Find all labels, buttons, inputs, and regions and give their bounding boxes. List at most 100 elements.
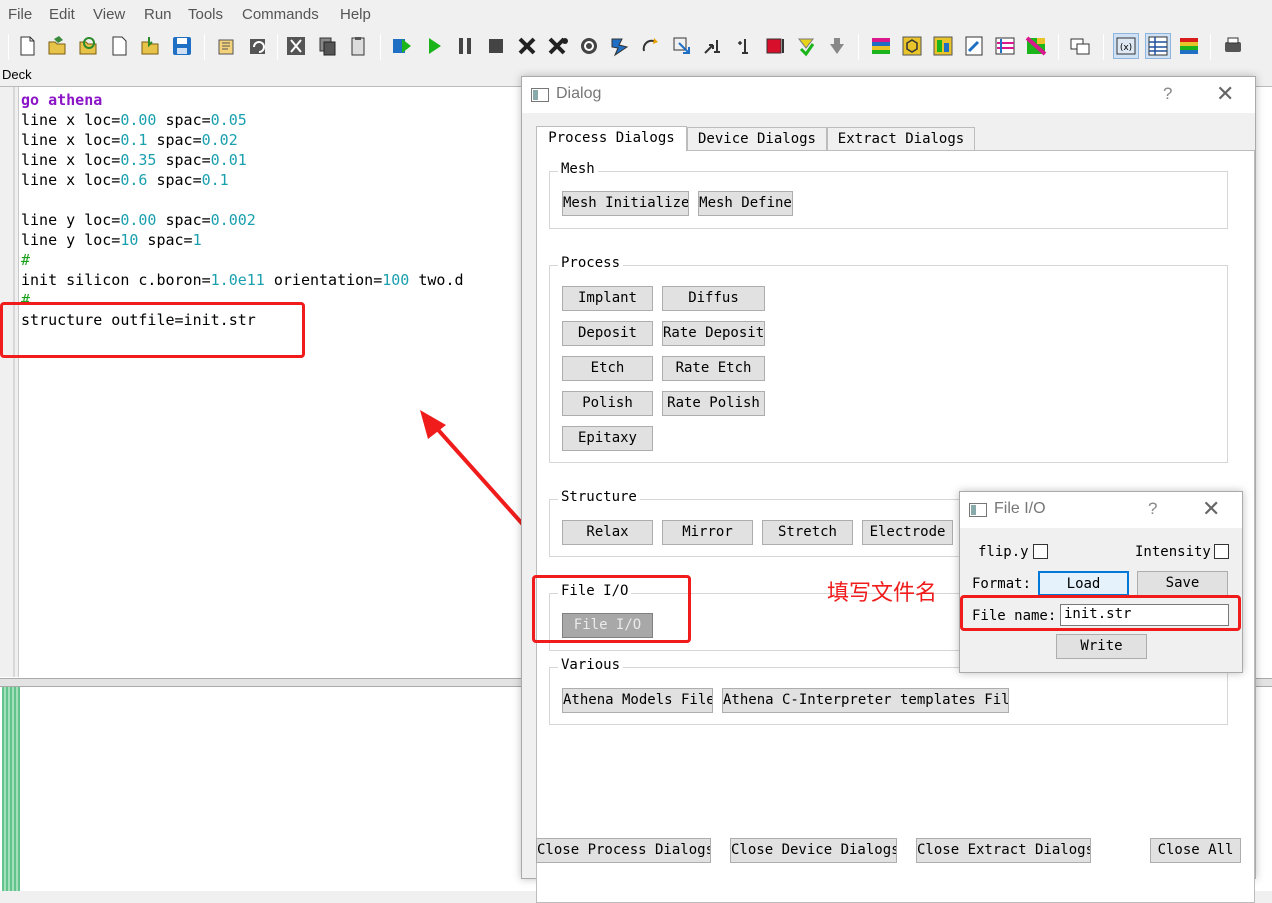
close-all-button[interactable]: Close All: [1150, 838, 1241, 863]
write-button[interactable]: Write: [1056, 634, 1147, 659]
clear-icon[interactable]: [794, 34, 818, 58]
new-document-icon[interactable]: [107, 34, 131, 58]
code-line[interactable]: [21, 190, 464, 210]
help-button[interactable]: ?: [1163, 84, 1172, 104]
color-grid-icon[interactable]: [1024, 34, 1048, 58]
epitaxy-button[interactable]: Epitaxy: [562, 426, 653, 451]
menu-run[interactable]: Run: [144, 6, 172, 23]
palette-icon[interactable]: [993, 34, 1017, 58]
new-file-icon[interactable]: [15, 34, 39, 58]
import-icon[interactable]: [138, 34, 162, 58]
copy-icon[interactable]: [315, 34, 339, 58]
tab-device-dialogs[interactable]: Device Dialogs: [687, 127, 827, 151]
gradient-icon[interactable]: [1177, 34, 1201, 58]
close-icon[interactable]: ✕: [1202, 496, 1220, 522]
kill-icon[interactable]: [515, 34, 539, 58]
step-icon[interactable]: [608, 34, 632, 58]
code-line[interactable]: #: [21, 250, 464, 270]
tab-process-dialogs[interactable]: Process Dialogs: [536, 126, 687, 151]
help-button[interactable]: ?: [1148, 499, 1157, 519]
open-file-icon[interactable]: [45, 34, 69, 58]
filename-input[interactable]: init.str: [1060, 604, 1229, 626]
diffus-button[interactable]: Diffus: [662, 286, 765, 311]
electrode-button[interactable]: Electrode: [862, 520, 953, 545]
intensity-label: Intensity: [1135, 544, 1211, 560]
code-line[interactable]: go athena: [21, 90, 464, 110]
etch-button[interactable]: Etch: [562, 356, 653, 381]
tab-extract-dialogs[interactable]: Extract Dialogs: [827, 127, 975, 151]
toolbar-separator: [1058, 34, 1059, 60]
code-token: 10: [120, 231, 139, 249]
devedit-icon[interactable]: [900, 34, 924, 58]
rate-deposit-button[interactable]: Rate Deposit: [662, 321, 765, 346]
close-device-dialogs-button[interactable]: Close Device Dialogs: [730, 838, 897, 863]
code-token: line x loc=: [21, 131, 121, 149]
close-icon[interactable]: ✕: [1216, 81, 1234, 107]
menu-file[interactable]: File: [8, 6, 32, 23]
save-button[interactable]: Save: [1137, 571, 1228, 596]
breakpoint-icon[interactable]: [763, 34, 787, 58]
flip-y-checkbox[interactable]: [1033, 544, 1048, 559]
reload-file-icon[interactable]: [76, 34, 100, 58]
menu-help[interactable]: Help: [340, 6, 371, 23]
close-process-dialogs-button[interactable]: Close Process Dialogs: [536, 838, 711, 863]
rate-etch-button[interactable]: Rate Etch: [662, 356, 765, 381]
code-line[interactable]: line x loc=0.35 spac=0.01: [21, 150, 464, 170]
kill-all-icon[interactable]: [546, 34, 570, 58]
stretch-button[interactable]: Stretch: [762, 520, 853, 545]
save-icon[interactable]: [170, 34, 194, 58]
insert-line-icon[interactable]: [732, 34, 756, 58]
dialog-titlebar[interactable]: Dialog ? ✕: [522, 77, 1255, 113]
athena-models-file-button[interactable]: Athena Models File: [562, 688, 713, 713]
table-icon[interactable]: [1145, 33, 1171, 59]
close-extract-dialogs-button[interactable]: Close Extract Dialogs: [916, 838, 1091, 863]
cut-icon[interactable]: [284, 34, 308, 58]
code-line[interactable]: structure outfile=init.str: [21, 310, 464, 330]
code-line[interactable]: line y loc=10 spac=1: [21, 230, 464, 250]
code-line[interactable]: line x loc=0.1 spac=0.02: [21, 130, 464, 150]
deposit-button[interactable]: Deposit: [562, 321, 653, 346]
print-icon[interactable]: [1221, 34, 1245, 58]
menu-edit[interactable]: Edit: [49, 6, 75, 23]
add-line-icon[interactable]: [701, 34, 725, 58]
intensity-checkbox[interactable]: [1214, 544, 1229, 559]
load-button[interactable]: Load: [1038, 571, 1129, 596]
menu-tools[interactable]: Tools: [188, 6, 223, 23]
code-token: 100: [382, 271, 410, 289]
run-deck-icon[interactable]: [390, 34, 414, 58]
deckbuild-icon[interactable]: [962, 34, 986, 58]
relax-button[interactable]: Relax: [562, 520, 653, 545]
deck-code[interactable]: go athena line x loc=0.00 spac=0.05 line x…: [21, 90, 464, 330]
rate-polish-button[interactable]: Rate Polish: [662, 391, 765, 416]
menu-view[interactable]: View: [93, 6, 125, 23]
code-line[interactable]: line y loc=0.00 spac=0.002: [21, 210, 464, 230]
play-icon[interactable]: [422, 34, 446, 58]
line-step-icon[interactable]: [670, 34, 694, 58]
code-line[interactable]: line x loc=0.00 spac=0.05: [21, 110, 464, 130]
athena-c-interpreter-button[interactable]: Athena C-Interpreter templates File: [722, 688, 1009, 713]
polish-button[interactable]: Polish: [562, 391, 653, 416]
copy-doc-icon[interactable]: [215, 34, 239, 58]
tonyplot-icon[interactable]: [869, 34, 893, 58]
code-line[interactable]: init silicon c.boron=1.0e11 orientation=…: [21, 270, 464, 290]
code-token: init silicon c.boron=: [21, 271, 211, 289]
implant-button[interactable]: Implant: [562, 286, 653, 311]
mirror-button[interactable]: Mirror: [662, 520, 753, 545]
stop-icon[interactable]: [484, 34, 508, 58]
restart-icon[interactable]: [577, 34, 601, 58]
undo-icon[interactable]: [246, 34, 270, 58]
menu-commands[interactable]: Commands: [242, 6, 319, 23]
file-io-button[interactable]: File I/O: [562, 613, 653, 638]
pause-icon[interactable]: [453, 34, 477, 58]
step-over-icon[interactable]: [639, 34, 663, 58]
maskviews-icon[interactable]: [931, 34, 955, 58]
mesh-define-button[interactable]: Mesh Define: [698, 191, 793, 216]
code-line[interactable]: #: [21, 290, 464, 310]
code-line[interactable]: line x loc=0.6 spac=0.1: [21, 170, 464, 190]
variables-icon[interactable]: (x): [1113, 33, 1139, 59]
fileio-titlebar[interactable]: File I/O ? ✕: [960, 492, 1242, 528]
paste-icon[interactable]: [346, 34, 370, 58]
windows-icon[interactable]: [1068, 34, 1092, 58]
options-icon[interactable]: [825, 34, 849, 58]
mesh-initialize-button[interactable]: Mesh Initialize: [562, 191, 689, 216]
